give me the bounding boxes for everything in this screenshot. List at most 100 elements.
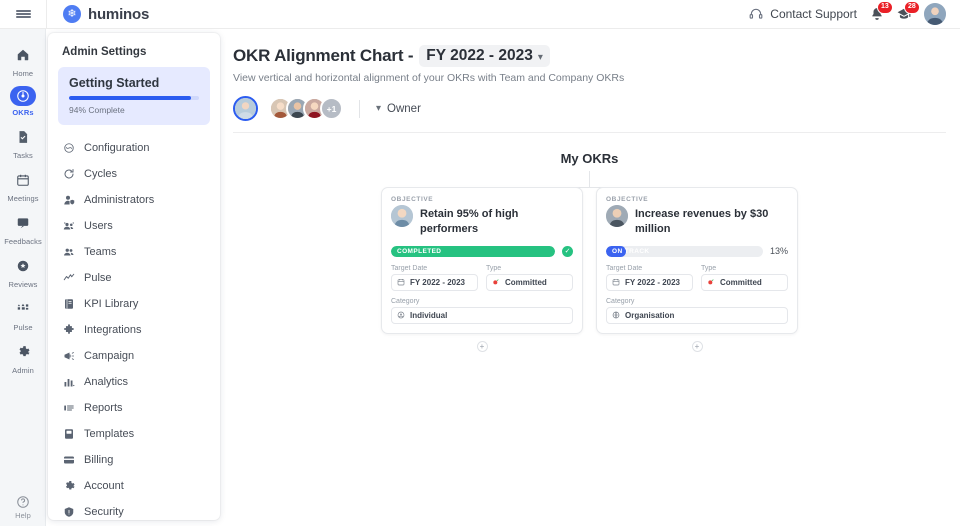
okr-owner-avatar[interactable] [606,205,628,227]
puzzle-icon-wrap [62,324,75,337]
okr-owner-avatar[interactable] [391,205,413,227]
topbar-divider [46,0,47,29]
type-input[interactable]: Committed [486,274,573,291]
sidebar-item-pulse[interactable]: Pulse [0,292,46,335]
topbar-actions: Contact Support 13 28 [749,3,960,25]
shield-icon [63,506,75,518]
okr-card-kicker: OBJECTIVE [606,196,788,203]
admin-menu-item-users[interactable]: Users [48,213,220,239]
megaphone-icon-wrap [62,350,75,363]
star-icon-wrap [11,254,35,278]
admin-menu-item-pulse[interactable]: Pulse [48,265,220,291]
person-circle-icon [397,311,405,319]
gear-icon-wrap [62,480,75,493]
admin-menu-item-label: Pulse [84,272,112,284]
field-value: Committed [505,278,547,287]
hamburger-icon-line [16,13,31,15]
field-value: FY 2022 - 2023 [625,278,680,287]
page-subtitle: View vertical and horizontal alignment o… [233,72,946,84]
notifications-button[interactable]: 13 [870,7,884,21]
okr-card-list: OBJECTIVE Retain 95% of high performers CO… [233,187,946,352]
trend-icon-wrap [62,272,75,285]
sidebar-item-meetings[interactable]: Meetings [0,163,46,206]
admin-menu-item-teams[interactable]: Teams [48,239,220,265]
okr-progress-bar: COMPLETED [391,246,555,257]
team-icon-wrap [62,246,75,259]
admin-menu-item-kpi library[interactable]: KPI Library [48,291,220,317]
sidebar-item-help[interactable]: Help [0,495,46,520]
admin-settings-panel: Admin Settings Getting Started 94% Compl… [48,33,220,520]
admin-menu-item-label: Administrators [84,194,154,206]
admin-menu-item-administrators[interactable]: Administrators [48,187,220,213]
sidebar-item-feedbacks[interactable]: Feedbacks [0,206,46,249]
okr-field-row: Target DateFY 2022 - 2023TypeCommitted [391,265,573,291]
cycle-selector[interactable]: FY 2022 - 2023 ▾ [419,45,550,67]
getting-started-card[interactable]: Getting Started 94% Complete [58,67,210,125]
sidebar-item-label: Home [13,69,33,78]
admin-menu-item-analytics[interactable]: Analytics [48,369,220,395]
getting-started-title: Getting Started [69,76,199,90]
user-avatar[interactable] [924,3,946,25]
sidebar-item-tasks[interactable]: Tasks [0,120,46,163]
hamburger-menu-button[interactable] [0,0,46,29]
admin-menu-item-templates[interactable]: Templates [48,421,220,447]
target-date-input[interactable]: FY 2022 - 2023 [391,274,478,291]
okr-type-field: TypeCommitted [701,265,788,291]
admin-menu-item-account[interactable]: Account [48,473,220,499]
add-child-okr-button[interactable]: + [477,341,488,352]
gear-icon-wrap [11,340,35,364]
brand-logo[interactable]: ❄ huminos [63,5,149,23]
admin-menu-item-billing[interactable]: Billing [48,447,220,473]
gear-icon [16,345,30,359]
add-child-okr-button[interactable]: + [692,341,703,352]
type-input[interactable]: Committed [701,274,788,291]
team-icon [63,246,75,258]
avatar-overflow-count[interactable]: +1 [320,97,343,120]
pulse-icon-wrap [11,297,35,321]
admin-menu-item-reports[interactable]: Reports [48,395,220,421]
okr-card[interactable]: OBJECTIVEIncrease revenues by $30 millio… [596,187,798,334]
commit-icon [492,278,500,286]
learning-button[interactable]: 28 [897,7,911,21]
brand-name: huminos [88,6,149,23]
okr-card[interactable]: OBJECTIVERetain 95% of high performersCO… [381,187,583,334]
target-date-input[interactable]: FY 2022 - 2023 [606,274,693,291]
notification-badge: 13 [877,1,893,14]
page-title: OKR Alignment Chart - [233,46,413,66]
admin-menu-item-label: Cycles [84,168,117,180]
sidebar-item-admin[interactable]: Admin [0,335,46,378]
okr-category-field: Category Individual [391,298,573,324]
home-icon-wrap [11,43,35,67]
sidebar-item-home[interactable]: Home [0,38,46,81]
field-label: Category [391,298,573,305]
okr-card-slot: OBJECTIVERetain 95% of high performersCO… [381,187,583,352]
calendar-icon [16,173,30,187]
sliders-icon-wrap [62,142,75,155]
admin-menu-item-cycles[interactable]: Cycles [48,161,220,187]
field-value: Individual [410,311,447,320]
owner-filter-dropdown[interactable]: ▾ Owner [376,103,421,115]
sidebar-item-reviews[interactable]: Reviews [0,249,46,292]
avatar-image [391,205,413,227]
bar-chart-icon-wrap [62,376,75,389]
getting-started-progress-track [69,96,199,100]
admin-menu-item-label: Configuration [84,142,149,154]
calendar-icon [397,278,405,286]
okr-card-title: Retain 95% of high performers [420,205,573,237]
admin-menu-item-campaign[interactable]: Campaign [48,343,220,369]
list-icon [63,402,75,414]
sidebar-item-label: Pulse [13,323,32,332]
admin-menu-item-security[interactable]: Security [48,499,220,520]
okr-card-slot: OBJECTIVEIncrease revenues by $30 millio… [596,187,798,352]
category-input[interactable]: Organisation [606,307,788,324]
sidebar-item-okrs[interactable]: OKRs [0,81,46,120]
avatar-current-user[interactable] [233,96,258,121]
primary-nav-rail: Home OKRsTasksMeetingsFeedbacksReviews Pul… [0,29,46,526]
contact-support-button[interactable]: Contact Support [749,7,857,21]
admin-menu-item-label: Reports [84,402,123,414]
contact-support-label: Contact Support [770,7,857,21]
admin-menu-item-configuration[interactable]: Configuration [48,135,220,161]
admin-menu-item-integrations[interactable]: Integrations [48,317,220,343]
okr-target-date-field: Target DateFY 2022 - 2023 [606,265,693,291]
category-input[interactable]: Individual [391,307,573,324]
